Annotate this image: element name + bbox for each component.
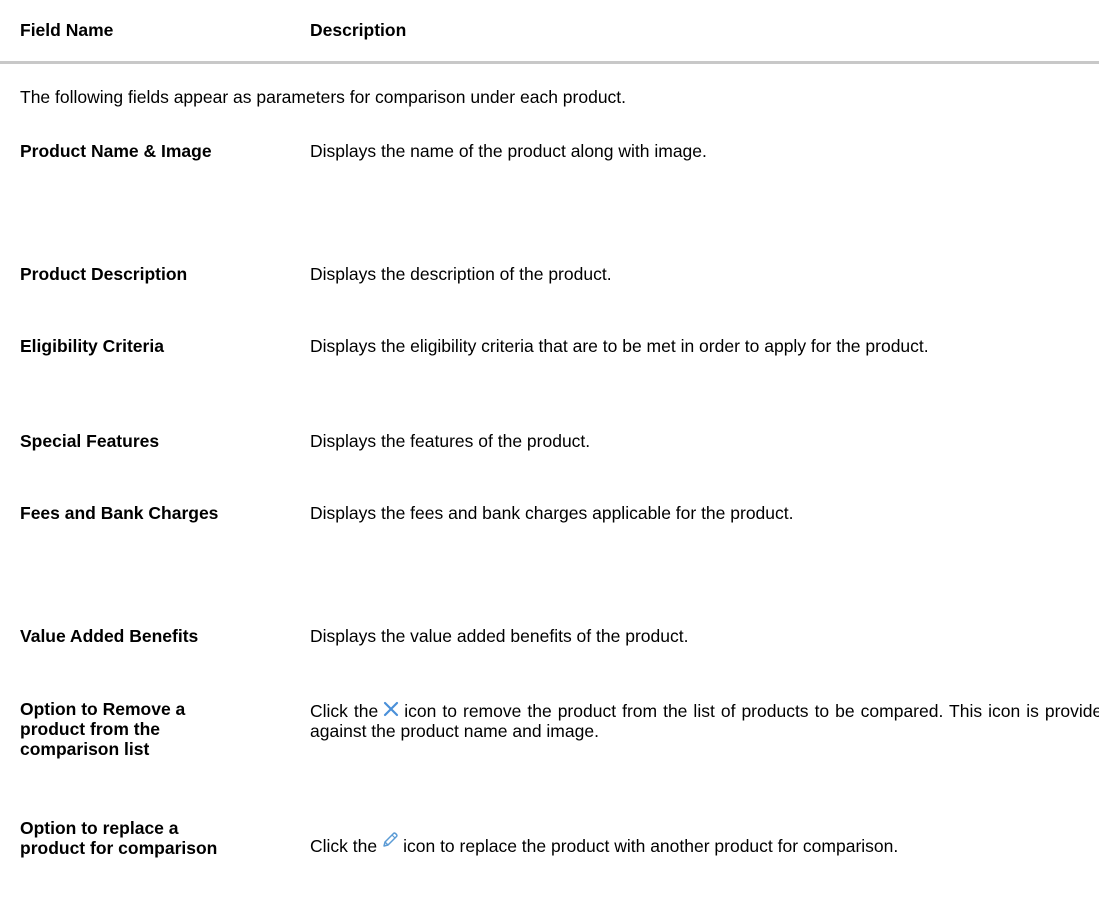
description-header: Description bbox=[310, 20, 407, 40]
pencil-edit-icon bbox=[380, 830, 400, 850]
field-label: Option to replace a product for comparis… bbox=[20, 818, 218, 858]
field-label: Fees and Bank Charges bbox=[20, 503, 219, 523]
description-prefix: Click the bbox=[310, 836, 378, 856]
field-description: Displays the fees and bank charges appli… bbox=[310, 503, 794, 523]
field-description: Displays the description of the product. bbox=[310, 264, 612, 284]
field-name-header: Field Name bbox=[20, 20, 114, 40]
description-suffix: icon to replace the product with another… bbox=[403, 836, 899, 856]
field-label: Option to Remove a product from the comp… bbox=[20, 699, 186, 759]
field-label: Value Added Benefits bbox=[20, 626, 199, 646]
field-description: Displays the value added benefits of the… bbox=[310, 626, 689, 646]
table-header: Field Name Description bbox=[0, 0, 1099, 64]
close-icon bbox=[381, 699, 401, 719]
field-description: Displays the features of the product. bbox=[310, 431, 591, 451]
field-description: Displays the eligibility criteria that a… bbox=[310, 336, 929, 356]
field-label: Eligibility Criteria bbox=[20, 336, 164, 356]
field-label: Product Name & Image bbox=[20, 141, 212, 161]
field-description: Click the icon to remove the product from… bbox=[310, 699, 1099, 741]
field-description: Click the icon to replace the product wit… bbox=[310, 830, 1099, 856]
intro-text: The following fields appear as parameter… bbox=[20, 87, 627, 107]
field-label: Special Features bbox=[20, 431, 160, 451]
document-page: Field Name Description The following fie… bbox=[0, 0, 1099, 915]
field-description: Displays the name of the product along w… bbox=[310, 141, 707, 161]
description-suffix: icon to remove the product from the list… bbox=[310, 701, 1099, 741]
field-label: Product Description bbox=[20, 264, 188, 284]
description-prefix: Click the bbox=[310, 701, 379, 721]
header-divider bbox=[0, 61, 1099, 64]
